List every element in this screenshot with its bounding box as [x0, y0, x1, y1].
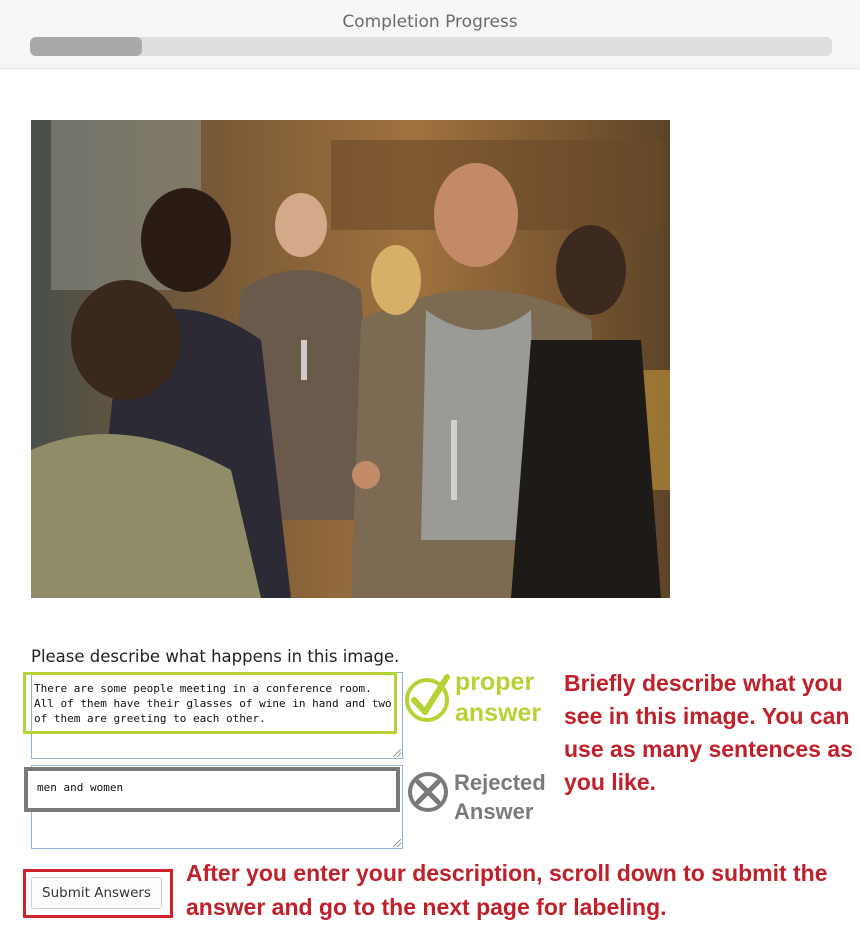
progress-title: Completion Progress [342, 12, 518, 32]
resize-grip-icon[interactable] [393, 839, 401, 847]
progress-header: Completion Progress [0, 0, 860, 69]
cross-mark-icon [408, 772, 448, 812]
task-photo [31, 120, 670, 598]
progress-bar [30, 37, 832, 56]
resize-grip-icon[interactable] [393, 749, 401, 757]
check-mark-icon [405, 674, 450, 722]
question-prompt: Please describe what happens in this ima… [31, 647, 400, 666]
proper-answer-highlight [23, 672, 397, 734]
rejected-answer-text: men and women [37, 781, 124, 794]
instruction-note-right: Briefly describe what you see in this im… [564, 670, 853, 795]
proper-answer-label: proper answer [455, 668, 542, 727]
progress-fill [30, 37, 143, 56]
instruction-note-bottom: After you enter your description, scroll… [186, 860, 828, 920]
rejected-answer-label: Rejected Answer [454, 770, 546, 824]
rejected-answer-highlight: men and women [24, 767, 400, 812]
submit-answers-button[interactable]: Submit Answers [31, 877, 162, 909]
